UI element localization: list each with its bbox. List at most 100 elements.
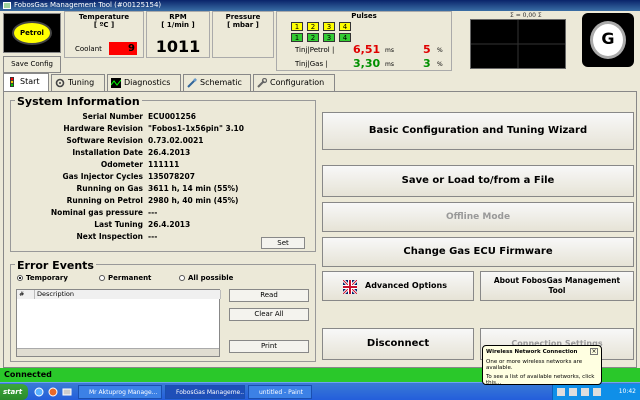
radio-dot <box>179 275 185 281</box>
radio-permanent[interactable]: Permanent <box>99 274 151 282</box>
gauge-strip: Petrol Save Config Temperature [ ºC ] Co… <box>0 11 640 75</box>
info-row: Last Tuning 26.4.2013 <box>11 219 321 230</box>
radio-label: All possible <box>188 274 234 282</box>
schematic-icon <box>187 78 197 88</box>
taskbar-item[interactable]: FobosGas Manageme... <box>165 385 245 399</box>
balloon-title: Wireless Network Connection <box>486 349 578 355</box>
info-value: 26.4.2013 <box>148 220 191 229</box>
logo-g-icon: G <box>590 21 626 59</box>
scope-grid <box>471 20 565 68</box>
advanced-options-button[interactable]: Advanced Options <box>322 271 474 301</box>
error-events-table[interactable]: # Description <box>16 289 221 357</box>
read-errors-button[interactable]: Read <box>229 289 309 302</box>
info-row: Running on Petrol 2980 h, 40 min (45%) <box>11 195 321 206</box>
offline-mode-button[interactable]: Offline Mode <box>322 202 634 232</box>
tray-wireless-icon[interactable] <box>581 388 589 396</box>
balloon-line: One or more wireless networks are availa… <box>486 359 583 371</box>
radio-dot <box>17 275 23 281</box>
petrol-switch-button[interactable]: Petrol <box>12 21 52 45</box>
tinj-petrol-value: 6,51 <box>353 43 381 56</box>
taskbar-item[interactable]: untitled - Paint <box>248 385 312 399</box>
tab-tuning[interactable]: Tuning <box>51 74 105 91</box>
disconnect-button[interactable]: Disconnect <box>322 328 474 360</box>
balloon-line: To see a list of available networks, cli… <box>486 374 595 386</box>
system-information-group: System Information Serial Number ECU00125… <box>10 95 316 252</box>
tray-security-icon[interactable] <box>593 388 601 396</box>
start-button[interactable]: start <box>0 384 28 400</box>
tab-label: Schematic <box>200 78 242 87</box>
info-key: Next Inspection <box>76 232 143 241</box>
tab-start[interactable]: Start <box>3 73 49 91</box>
fuel-indicator: Petrol <box>3 13 61 53</box>
print-errors-button[interactable]: Print <box>229 340 309 353</box>
traffic-light-icon <box>10 77 14 87</box>
radio-temporary[interactable]: Temporary <box>17 274 68 282</box>
radio-label: Permanent <box>108 274 152 282</box>
wireless-notification-balloon[interactable]: Wireless Network Connection × One or mor… <box>482 345 602 386</box>
info-value: 26.4.2013 <box>148 148 191 157</box>
info-key: Hardware Revision <box>63 124 143 133</box>
save-load-file-button[interactable]: Save or Load to/from a File <box>322 165 634 197</box>
scope-display <box>470 19 566 69</box>
tab-schematic[interactable]: Schematic <box>183 74 251 91</box>
rpm-unit: [ 1/min ] <box>161 21 195 29</box>
tab-label: Tuning <box>68 78 95 87</box>
column-header-description[interactable]: Description <box>35 290 221 299</box>
basic-configuration-wizard-button[interactable]: Basic Configuration and Tuning Wizard <box>322 112 634 150</box>
tray-volume-icon[interactable] <box>569 388 577 396</box>
tab-label: Configuration <box>270 78 325 87</box>
temperature-panel: Temperature [ ºC ] Coolant 9 <box>64 11 144 58</box>
system-tray: 10:42 <box>552 384 640 400</box>
tinj-gas-pct: 3 <box>423 57 431 70</box>
oscilloscope-icon <box>111 78 121 88</box>
info-key: Last Tuning <box>94 220 143 229</box>
info-row: Gas Injector Cycles 135078207 <box>11 171 321 182</box>
info-value: --- <box>148 232 158 241</box>
info-value: 111111 <box>148 160 180 169</box>
info-row: Installation Date 26.4.2013 <box>11 147 321 158</box>
taskbar-item[interactable]: Mr Aktuprog Manage... <box>78 385 162 399</box>
info-value: 2980 h, 40 min (45%) <box>148 196 239 205</box>
info-value: --- <box>148 208 158 217</box>
firefox-quicklaunch-icon[interactable] <box>48 387 58 397</box>
radio-label: Temporary <box>26 274 68 282</box>
clear-all-errors-button[interactable]: Clear All <box>229 308 309 321</box>
change-firmware-button[interactable]: Change Gas ECU Firmware <box>322 237 634 267</box>
app-icon <box>3 2 11 9</box>
pulses-panel: Pulses 1 2 3 4 1 2 3 4 Tinj|Petrol | 6,5… <box>276 11 452 71</box>
info-value: 3611 h, 14 min (55%) <box>148 184 239 193</box>
tinj-gas-value: 3,30 <box>353 57 381 70</box>
info-value: ECU001256 <box>148 112 197 121</box>
pct-unit: % <box>437 47 443 54</box>
info-key: Running on Petrol <box>66 196 143 205</box>
desktop-quicklaunch-icon[interactable] <box>62 387 72 397</box>
tab-configuration[interactable]: Configuration <box>253 74 335 91</box>
pressure-panel: Pressure [ mbar ] <box>212 11 274 58</box>
ie-quicklaunch-icon[interactable] <box>34 387 44 397</box>
coolant-value: 9 <box>109 42 137 55</box>
taskbar-clock: 10:42 <box>618 388 636 395</box>
horizontal-scrollbar[interactable] <box>17 348 219 356</box>
tab-diagnostics[interactable]: Diagnostics <box>107 74 181 91</box>
app-window: FobosGas Management Tool (#00125154) Pet… <box>0 0 640 400</box>
pulse-cell: 2 <box>307 22 319 31</box>
set-inspection-button[interactable]: Set <box>261 237 305 249</box>
pressure-unit: [ mbar ] <box>227 21 259 29</box>
radio-all-possible[interactable]: All possible <box>179 274 233 282</box>
tab-label: Start <box>20 77 40 86</box>
info-row: Software Revision 0.73.02.0021 <box>11 135 321 146</box>
rpm-panel: RPM [ 1/min ] 1011 <box>146 11 210 58</box>
column-header-number[interactable]: # <box>17 290 35 299</box>
save-config-button[interactable]: Save Config <box>3 56 61 73</box>
about-button[interactable]: About FobosGas Management Tool <box>480 271 634 301</box>
info-key: Nominal gas pressure <box>50 208 143 217</box>
info-key: Serial Number <box>82 112 143 121</box>
info-key: Installation Date <box>72 148 143 157</box>
balloon-close-icon[interactable]: × <box>590 348 598 355</box>
info-key: Odometer <box>100 160 143 169</box>
tray-network-icon[interactable] <box>557 388 565 396</box>
rpm-value: 1011 <box>155 37 201 56</box>
gear-icon <box>55 78 65 88</box>
pulses-header: Pulses <box>351 12 377 20</box>
info-key: Gas Injector Cycles <box>62 172 143 181</box>
